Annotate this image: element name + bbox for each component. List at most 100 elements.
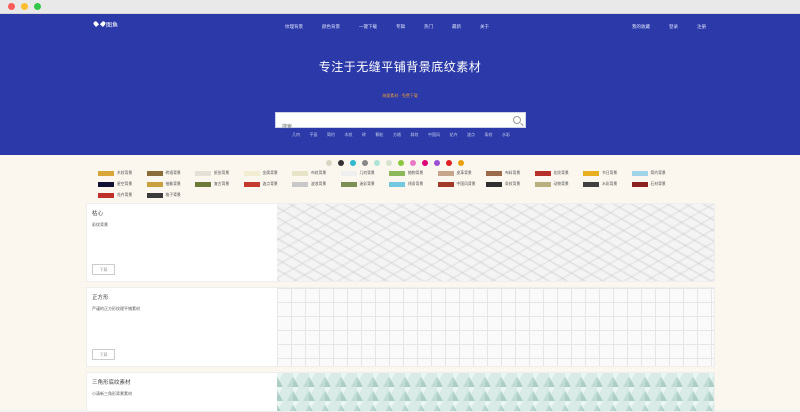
category-item[interactable]: 皮革背景 [437,170,487,176]
color-swatch[interactable] [434,160,440,166]
nav-item[interactable]: 一键下载 [359,24,377,30]
hot-tag-link[interactable]: 方格 [393,132,401,138]
category-item[interactable]: 迷彩背景 [340,181,390,187]
category-thumbnail [292,181,308,187]
color-swatch[interactable] [350,160,356,166]
category-item[interactable]: 金属背景 [243,170,293,176]
color-swatch[interactable] [398,160,404,166]
color-swatch[interactable] [362,160,368,166]
category-item[interactable]: 条纹背景 [486,181,535,187]
hot-tag-link[interactable]: 斜纹 [411,132,419,138]
pattern-card-grid[interactable]: 正方形 严谨的正方形纹理平铺素材 下载 [86,287,715,367]
category-item[interactable]: 波点背景 [243,181,293,187]
nav-item[interactable]: 注册 [697,24,706,30]
hot-tag-link[interactable]: 木纹 [345,132,353,138]
color-swatch[interactable] [374,160,380,166]
category-thumbnail [146,170,163,176]
category-item[interactable]: 几何背景 [340,170,390,176]
nav-item[interactable]: 纹理背景 [285,24,303,30]
color-swatch[interactable] [458,160,464,166]
minimize-window-button[interactable] [21,3,28,10]
category-item[interactable]: 节日背景 [583,170,632,176]
category-label: 节日背景 [602,170,618,175]
category-item[interactable]: 格子背景 [146,192,196,198]
hot-tag-link[interactable]: 几何 [292,132,300,138]
category-label: 中国风背景 [456,181,476,186]
pattern-preview-triangle[interactable] [277,373,714,411]
category-thumbnail [631,170,648,176]
category-label: 复古背景 [214,181,230,186]
category-item[interactable]: 复古背景 [195,181,244,187]
category-item[interactable]: 布纹背景 [292,170,341,176]
pattern-preview-leaf[interactable] [277,204,714,281]
category-thumbnail [437,181,454,187]
hot-tag-link[interactable]: 简约 [327,132,335,138]
category-item[interactable]: 抽象背景 [146,181,196,187]
category-label: 线条背景 [408,181,424,186]
card-info: 枯心 彩纹背景 下载 [87,204,275,281]
hot-tag-link[interactable]: 砖 [362,132,366,138]
category-item[interactable]: 简约背景 [631,170,681,176]
category-item[interactable]: 花卉背景 [98,192,147,198]
category-thumbnail [583,170,599,176]
category-item[interactable]: 纸张背景 [195,170,244,176]
category-item[interactable]: 砖墙背景 [146,170,196,176]
category-thumbnail [243,181,260,187]
category-item[interactable]: 植物背景 [389,170,438,176]
pattern-preview-grid[interactable] [277,288,714,366]
hot-tag-link[interactable]: 水彩 [502,132,510,138]
download-button[interactable]: 下载 [92,349,115,360]
color-swatch[interactable] [326,160,332,166]
category-item[interactable]: 星空背景 [98,181,147,187]
nav-item[interactable]: 登录 [669,24,678,30]
color-swatch[interactable] [338,160,344,166]
hot-tag-link[interactable]: 花卉 [450,132,458,138]
category-item[interactable]: 线条背景 [389,181,438,187]
hot-tag-link[interactable]: 条纹 [485,132,493,138]
hot-tag-link[interactable]: 波点 [467,132,475,138]
category-item[interactable]: 花纹背景 [534,170,584,176]
site-logo[interactable]: 图鱼 [96,20,118,29]
category-item[interactable]: 波浪背景 [292,181,341,187]
nav-item[interactable]: 热门 [424,24,433,30]
category-label: 木纹背景 [117,170,133,175]
category-label: 金属背景 [262,170,278,175]
user-nav: 我的收藏 登录 注册 [632,24,725,30]
card-desc: 严谨的正方形纹理平铺素材 [92,306,140,311]
category-thumbnail [292,170,308,176]
color-swatch[interactable] [446,160,452,166]
category-item[interactable]: 动物背景 [534,181,584,187]
nav-item[interactable]: 最新 [452,24,461,30]
category-item[interactable]: 石材背景 [631,181,681,187]
category-item[interactable]: 中国风背景 [437,181,487,187]
color-swatch[interactable] [386,160,392,166]
category-item[interactable]: 水彩背景 [583,181,632,187]
category-label: 简约背景 [650,170,666,175]
category-thumbnail [486,181,502,187]
hero-title: 专注于无缝平铺背景底纹素材 [318,60,482,74]
color-filter [326,160,464,166]
nav-item[interactable]: 关于 [480,24,489,30]
close-window-button[interactable] [8,3,15,10]
search-icon[interactable] [513,116,521,124]
nav-item[interactable]: 我的收藏 [632,24,650,30]
hot-tag-link[interactable]: 平面 [310,132,318,138]
color-swatch[interactable] [422,160,428,166]
nav-item[interactable]: 专辑 [396,24,405,30]
color-swatch[interactable] [410,160,416,166]
card-info: 正方形 严谨的正方形纹理平铺素材 下载 [87,288,275,366]
category-thumbnail [340,170,357,176]
category-item[interactable]: 布料背景 [486,170,535,176]
hot-tag-link[interactable]: 颗粒 [376,132,384,138]
maximize-window-button[interactable] [34,3,41,10]
pattern-card-leaf[interactable]: 枯心 彩纹背景 下载 [86,203,715,282]
category-label: 迷彩背景 [359,181,375,186]
category-item[interactable]: 木纹背景 [98,170,147,176]
nav-item[interactable]: 颜色背景 [322,24,340,30]
pattern-card-triangle[interactable]: 三角形底纹素材 小清新三角形背景素材 [86,372,715,412]
download-button[interactable]: 下载 [92,264,115,275]
category-thumbnail [146,192,163,198]
category-thumbnail [195,170,211,176]
hot-tag-link[interactable]: 中国风 [428,132,440,138]
category-thumbnail [486,170,502,176]
